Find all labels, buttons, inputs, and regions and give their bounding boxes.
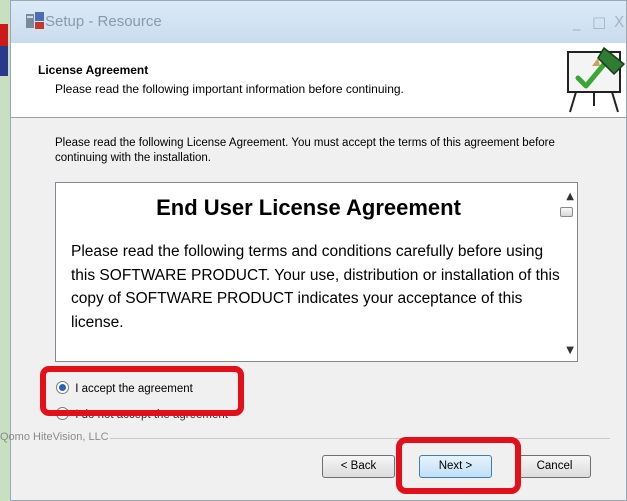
maximize-button[interactable]: □ (592, 13, 606, 31)
close-button[interactable]: X (614, 13, 624, 31)
divider (110, 438, 610, 439)
title-bar[interactable]: Setup - Resource _ □ X (11, 1, 626, 44)
highlight-next-button (396, 437, 521, 494)
license-heading: End User License Agreement (156, 195, 461, 220)
license-body: Please read the following terms and cond… (71, 243, 560, 331)
minimize-button[interactable]: _ (573, 13, 581, 31)
desktop-decoration (0, 46, 8, 76)
setup-app-icon (26, 12, 44, 29)
license-text-box[interactable]: End User License Agreement Please read t… (55, 182, 578, 362)
scroll-down-arrow-icon[interactable]: ▼ (566, 345, 574, 356)
highlight-accept-option (40, 366, 244, 416)
scroll-up-arrow-icon[interactable]: ▲ (566, 191, 574, 202)
page-title: License Agreement (38, 63, 149, 77)
desktop-background (0, 0, 10, 501)
company-label: Qomo HiteVision, LLC (0, 431, 109, 443)
page-subtitle: Please read the following important info… (55, 82, 404, 96)
cancel-button[interactable]: Cancel (518, 455, 591, 478)
back-button[interactable]: < Back (322, 455, 395, 478)
window-title: Setup - Resource (45, 13, 162, 30)
wizard-header (11, 43, 626, 118)
whiteboard-logo-icon (567, 46, 626, 113)
desktop-decoration (0, 24, 8, 46)
intro-text: Please read the following License Agreem… (55, 137, 555, 164)
scrollbar-thumb[interactable] (560, 207, 573, 217)
